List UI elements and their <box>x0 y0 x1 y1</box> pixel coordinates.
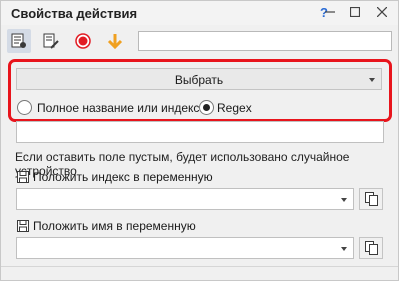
save-name-variable-combo[interactable] <box>16 237 354 259</box>
save-index-variable-combo[interactable] <box>16 188 354 210</box>
copy-name-variable-button[interactable] <box>359 237 383 259</box>
device-select-label: Выбрать <box>174 73 224 87</box>
copy-icon <box>365 241 378 255</box>
divider <box>1 266 398 267</box>
copy-index-variable-button[interactable] <box>359 188 383 210</box>
full-name-radio-label[interactable]: Полное название или индекс: <box>37 101 203 115</box>
save-index-label: Положить индекс в переменную <box>33 170 213 184</box>
edit-icon <box>43 33 59 49</box>
radio-selected-dot <box>203 104 210 111</box>
device-select-button[interactable]: Выбрать <box>16 68 382 90</box>
minimize-icon <box>325 11 335 13</box>
arrow-down-icon <box>107 34 123 49</box>
window-title: Свойства действия <box>11 6 138 21</box>
copy-icon <box>365 192 378 206</box>
chevron-down-icon[interactable] <box>341 198 347 202</box>
title-bar: Свойства действия ? <box>1 1 398 25</box>
edit-tool-button[interactable] <box>39 29 63 53</box>
chevron-down-icon <box>369 78 375 82</box>
minimize-button[interactable] <box>319 3 341 23</box>
close-icon <box>376 6 388 18</box>
toolbar <box>1 27 398 55</box>
chevron-down-icon[interactable] <box>341 247 347 251</box>
pattern-input[interactable] <box>16 121 384 143</box>
action-properties-window: Свойства действия ? Выбрать Полное назва… <box>0 0 399 281</box>
maximize-icon <box>349 6 361 18</box>
save-name-label: Положить имя в переменную <box>33 219 196 233</box>
save-icon <box>17 220 29 232</box>
regex-radio-label[interactable]: Regex <box>217 101 252 115</box>
properties-tool-button[interactable] <box>7 29 31 53</box>
toolbar-search-input[interactable] <box>138 31 392 51</box>
close-button[interactable] <box>371 3 393 23</box>
move-down-tool-button[interactable] <box>103 29 127 53</box>
record-tool-button[interactable] <box>71 29 95 53</box>
properties-icon <box>11 33 26 48</box>
maximize-button[interactable] <box>344 3 366 23</box>
regex-radio[interactable] <box>199 100 214 115</box>
record-icon <box>75 33 91 49</box>
full-name-radio[interactable] <box>17 100 32 115</box>
save-icon <box>17 171 29 183</box>
